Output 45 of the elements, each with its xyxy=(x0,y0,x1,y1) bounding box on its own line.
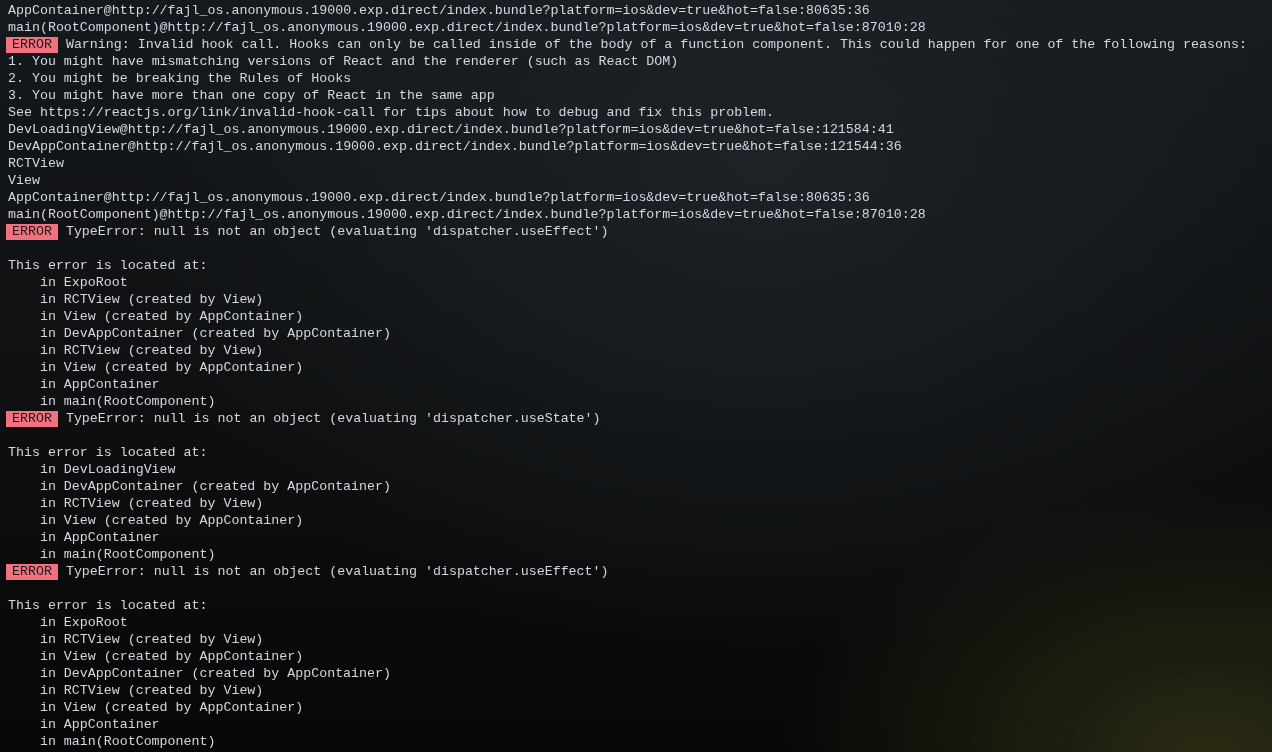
log-line: 3. You might have more than one copy of React in the same app xyxy=(8,87,495,104)
stack-frame: in DevAppContainer (created by AppContainer) xyxy=(39,665,391,682)
log-line: 2. You might be breaking the Rules of Hooks xyxy=(8,70,352,87)
stack-frame: in RCTView (created by View) xyxy=(39,291,264,308)
log-line: RCTView xyxy=(8,155,64,172)
log-line: View xyxy=(8,172,40,189)
stack-frame: in View (created by AppContainer) xyxy=(39,308,304,325)
log-line: main(RootComponent)@http://fajl_os.anonymous.19000.exp.direct/index.bundle?platform=ios&dev=true&hot=false:87010:28 xyxy=(8,206,926,223)
stack-frame: in DevLoadingView xyxy=(39,461,176,478)
stack-frame: in AppContainer xyxy=(39,716,160,733)
stack-frame: in View (created by AppContainer) xyxy=(39,359,304,376)
stack-frame: in DevAppContainer (created by AppContainer) xyxy=(39,325,391,342)
stack-frame: in View (created by AppContainer) xyxy=(39,512,304,529)
log-line: DevLoadingView@http://fajl_os.anonymous.19000.exp.direct/index.bundle?platform=ios&dev=true&hot=false:121584:41 xyxy=(8,121,894,138)
stack-frame: in main(RootComponent) xyxy=(39,733,216,750)
error-message: Warning: Invalid hook call. Hooks can only be called inside of the body of a function component. This could happen for one of the following reasons: xyxy=(65,36,1247,53)
stack-frame: in RCTView (created by View) xyxy=(39,682,264,699)
stack-frame: in ExpoRoot xyxy=(39,274,128,291)
stack-frame: in View (created by AppContainer) xyxy=(39,648,304,665)
error-badge: ERROR xyxy=(6,36,58,53)
log-line: This error is located at: xyxy=(8,444,208,461)
stack-frame: in RCTView (created by View) xyxy=(39,631,264,648)
log-line: 1. You might have mismatching versions of React and the renderer (such as React DOM) xyxy=(8,53,679,70)
error-badge: ERROR xyxy=(6,223,58,240)
log-line: This error is located at: xyxy=(8,257,208,274)
stack-frame: in DevAppContainer (created by AppContainer) xyxy=(39,478,391,495)
stack-frame: in AppContainer xyxy=(39,376,160,393)
log-line: DevAppContainer@http://fajl_os.anonymous.19000.exp.direct/index.bundle?platform=ios&dev=true&hot=false:121544:36 xyxy=(8,138,902,155)
log-line: AppContainer@http://fajl_os.anonymous.19000.exp.direct/index.bundle?platform=ios&dev=true&hot=false:80635:36 xyxy=(8,2,870,19)
error-message: TypeError: null is not an object (evaluating 'dispatcher.useEffect') xyxy=(65,563,609,580)
stack-frame: in main(RootComponent) xyxy=(39,393,216,410)
error-badge: ERROR xyxy=(6,563,58,580)
error-message: TypeError: null is not an object (evaluating 'dispatcher.useEffect') xyxy=(65,223,609,240)
stack-frame: in main(RootComponent) xyxy=(39,546,216,563)
error-badge: ERROR xyxy=(6,410,58,427)
stack-frame: in RCTView (created by View) xyxy=(39,342,264,359)
stack-frame: in View (created by AppContainer) xyxy=(39,699,304,716)
stack-frame: in AppContainer xyxy=(39,529,160,546)
log-line: AppContainer@http://fajl_os.anonymous.19000.exp.direct/index.bundle?platform=ios&dev=true&hot=false:80635:36 xyxy=(8,189,870,206)
error-message: TypeError: null is not an object (evaluating 'dispatcher.useState') xyxy=(65,410,601,427)
log-line: See https://reactjs.org/link/invalid-hook-call for tips about how to debug and fix this problem. xyxy=(8,104,775,121)
stack-frame: in RCTView (created by View) xyxy=(39,495,264,512)
log-line: main(RootComponent)@http://fajl_os.anonymous.19000.exp.direct/index.bundle?platform=ios&dev=true&hot=false:87010:28 xyxy=(8,19,926,36)
stack-frame: in ExpoRoot xyxy=(39,614,128,631)
log-line: This error is located at: xyxy=(8,597,208,614)
